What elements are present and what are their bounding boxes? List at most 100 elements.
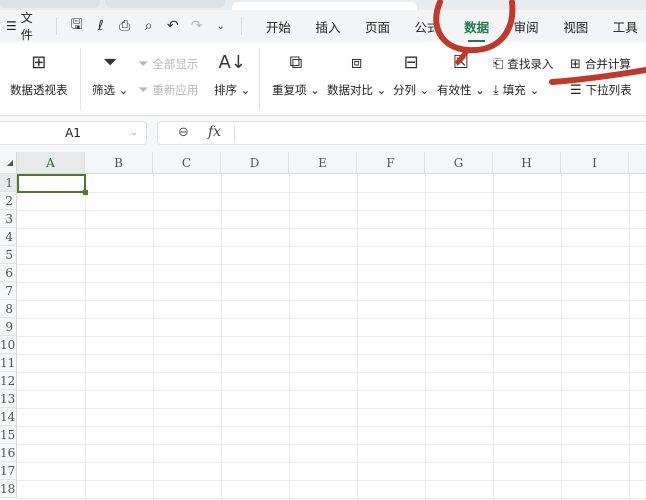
column-header-F[interactable]: F [357,152,425,174]
compare-icon: ⧈ [350,52,363,73]
fill-button[interactable]: ⤓ 填充 ⌄ [493,82,539,98]
lookup-entry-label: 查找录入 [507,57,554,71]
grid-line [17,282,646,283]
validation-button[interactable]: ☒ 有效性 ⌄ [437,52,485,98]
window-tab[interactable] [105,0,225,8]
row-header-8[interactable]: 8 [0,300,17,318]
name-box[interactable]: A1 ⌄ [0,121,147,145]
fx-icon[interactable]: fx [208,124,221,140]
sort-label: 排序 ⌄ [214,83,251,97]
row-header-16[interactable]: 16 [0,444,17,462]
tab-home[interactable]: 开始 [258,11,300,42]
grid-line [17,336,646,337]
column-header-B[interactable]: B [85,152,153,174]
window-tab-active[interactable] [232,2,417,10]
reapply-label: 重新应用 [152,83,199,97]
show-all-button[interactable]: ⏷ 全部显示 [138,56,198,72]
grid-line [17,462,646,463]
fill-label: 填充 [502,83,526,97]
zoom-icon[interactable]: ⊖ [178,125,189,140]
grid-line [17,210,646,211]
grid-line [85,174,86,500]
row-header-3[interactable]: 3 [0,210,17,228]
sort-button[interactable]: A↓ 排序 ⌄ [214,52,250,98]
chevron-down-icon[interactable]: ⌄ [130,128,138,138]
duplicates-button[interactable]: ⧉ 重复项 ⌄ [272,52,320,98]
row-header-4[interactable]: 4 [0,228,17,246]
row-header-10[interactable]: 10 [0,336,17,354]
tab-page[interactable]: 页面 [357,11,399,42]
consolidate-button[interactable]: ⊞ 合并计算 [570,56,631,72]
grid-line [17,444,646,445]
row-header-11[interactable]: 11 [0,354,17,372]
spreadsheet-grid[interactable]: ◢ A B C D E F G H I 1 2 3 4 5 6 7 8 9 10 11 12 13 14 15 16 17 18 [0,152,646,500]
tab-formula[interactable]: 公式 [406,11,448,42]
tab-review[interactable]: 审阅 [505,11,547,42]
redo-icon[interactable]: ↷ [185,18,209,34]
row-header-2[interactable]: 2 [0,192,17,210]
row-header-15[interactable]: 15 [0,426,17,444]
lookup-entry-icon: ⎗ [493,56,504,72]
row-header-17[interactable]: 17 [0,462,17,480]
row-header-14[interactable]: 14 [0,408,17,426]
tab-insert[interactable]: 插入 [307,11,349,42]
row-header-18[interactable]: 18 [0,480,17,498]
pivot-table-icon: ⊞ [31,52,47,73]
undo-icon[interactable]: ↶ [161,18,185,34]
hamburger-icon: ☰ [6,19,17,33]
more-icon[interactable]: ⌄ [209,21,233,32]
duplicates-label: 重复项 ⌄ [272,83,320,97]
column-header-C[interactable]: C [153,152,221,174]
select-all-corner[interactable]: ◢ [0,152,17,174]
formula-bar: A1 ⌄ ⊖ fx [0,116,646,152]
filter-button[interactable]: ⏷ 筛选 ⌄ [92,52,128,98]
validation-icon: ☒ [452,52,469,73]
selected-cell-A1[interactable] [17,174,88,195]
row-header-7[interactable]: 7 [0,282,17,300]
filter-reapply-icon: ⏷ [138,82,149,98]
row-header-13[interactable]: 13 [0,390,17,408]
grid-line [17,246,646,247]
filter-clear-icon: ⏷ [138,56,149,72]
compare-label: 数据对比 ⌄ [327,83,387,97]
ribbon: ⊞ 数据透视表 ⏷ 筛选 ⌄ ⏷ 全部显示 ⏷ 重新应用 A↓ 排序 ⌄ ⧉ 重复项… [0,42,646,116]
tab-tools[interactable]: 工具 [604,11,646,42]
split-column-button[interactable]: ⊟ 分列 ⌄ [393,52,429,98]
row-header-6[interactable]: 6 [0,264,17,282]
grid-line [289,174,290,500]
column-header-A[interactable]: A [17,152,85,174]
reapply-button[interactable]: ⏷ 重新应用 [138,82,198,98]
save-icon[interactable]: 🖫 [65,14,89,38]
row-header-9[interactable]: 9 [0,318,17,336]
column-header-I[interactable]: I [561,152,629,174]
row-header-12[interactable]: 12 [0,372,17,390]
pivot-table-button[interactable]: ⊞ 数据透视表 [10,52,68,98]
validation-label: 有效性 ⌄ [437,83,485,97]
print-preview-icon[interactable]: ⌕ [137,18,161,34]
split-column-icon: ⊟ [403,52,419,73]
link-icon[interactable]: ℓ [89,18,113,34]
filter-label: 筛选 ⌄ [92,83,129,97]
window-tab[interactable] [0,0,100,8]
column-header-G[interactable]: G [425,152,493,174]
grid-line [153,174,154,500]
print-icon[interactable]: ⎙ [113,18,137,34]
tab-view[interactable]: 视图 [555,11,597,42]
column-header-H[interactable]: H [493,152,561,174]
formula-input[interactable]: ⊖ fx [157,121,646,145]
consolidate-icon: ⊞ [570,56,581,72]
column-header-E[interactable]: E [289,152,357,174]
grid-line [17,192,646,193]
file-menu[interactable]: ☰ 文件 [0,9,48,43]
lookup-entry-button[interactable]: ⎗ 查找录入 [493,56,553,72]
tab-data[interactable]: 数据 [456,11,498,42]
column-header-D[interactable]: D [221,152,289,174]
grid-line [17,354,646,355]
dropdown-list-button[interactable]: ☰ 下拉列表 [570,82,632,98]
data-compare-button[interactable]: ⧈ 数据对比 ⌄ [327,52,386,98]
grid-line [493,174,494,500]
row-header-5[interactable]: 5 [0,246,17,264]
column-header-partial[interactable] [629,152,646,174]
row-header-1[interactable]: 1 [0,174,17,192]
grid-line [425,174,426,500]
